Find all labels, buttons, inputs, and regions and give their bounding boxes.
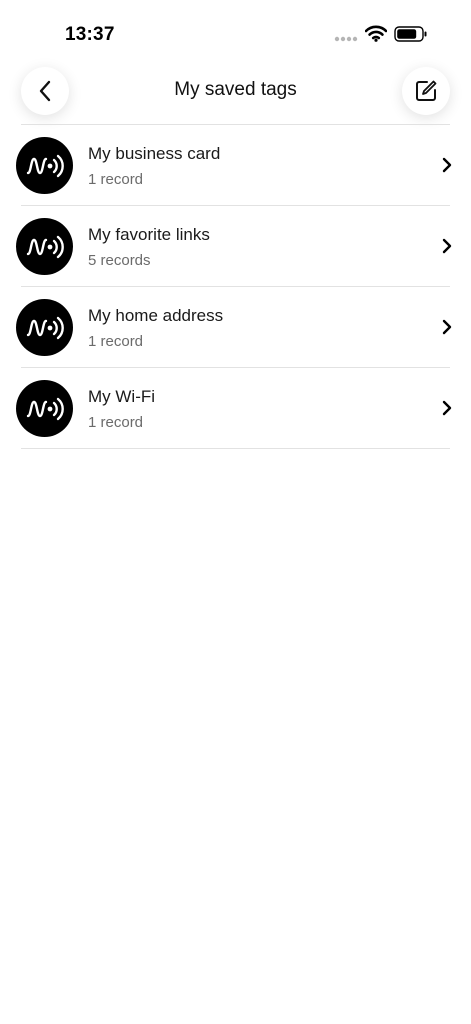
list-item[interactable]: My favorite links 5 records bbox=[0, 206, 471, 286]
divider bbox=[21, 448, 450, 449]
battery-icon bbox=[394, 26, 427, 42]
tag-title: My Wi-Fi bbox=[88, 387, 156, 406]
tag-record-count: 1 record bbox=[88, 333, 144, 350]
tag-avatar bbox=[16, 137, 73, 194]
list-item[interactable]: My Wi-Fi 1 record bbox=[0, 368, 471, 448]
compose-icon bbox=[416, 80, 437, 101]
signal-dots-icon bbox=[334, 36, 358, 42]
tag-record-count: 1 record bbox=[88, 171, 144, 188]
chevron-right-icon bbox=[442, 400, 452, 416]
status-bar: 13:37 bbox=[0, 0, 471, 60]
wifi-icon bbox=[365, 25, 387, 42]
list-item[interactable]: My business card 1 record bbox=[0, 125, 471, 205]
nfc-tag-icon bbox=[26, 397, 64, 420]
tag-avatar bbox=[16, 380, 73, 437]
nfc-tag-icon bbox=[26, 316, 64, 339]
chevron-right-icon bbox=[442, 157, 452, 173]
tag-title: My business card bbox=[88, 144, 221, 163]
tag-title: My favorite links bbox=[88, 225, 210, 244]
tag-avatar bbox=[16, 218, 73, 275]
page-title: My saved tags bbox=[174, 79, 297, 100]
tag-avatar bbox=[16, 299, 73, 356]
nfc-tag-icon bbox=[26, 235, 64, 258]
tag-record-count: 1 record bbox=[88, 414, 144, 431]
tag-record-count: 5 records bbox=[88, 252, 151, 269]
chevron-right-icon bbox=[442, 238, 452, 254]
tag-title: My home address bbox=[88, 306, 224, 325]
chevron-right-icon bbox=[442, 319, 452, 335]
status-time: 13:37 bbox=[65, 24, 115, 45]
nav-bar: My saved tags bbox=[0, 62, 471, 122]
nfc-tag-icon bbox=[26, 154, 64, 177]
tag-list: My business card 1 record My favorite li… bbox=[0, 124, 471, 449]
list-item[interactable]: My home address 1 record bbox=[0, 287, 471, 367]
edit-button[interactable] bbox=[402, 67, 450, 115]
